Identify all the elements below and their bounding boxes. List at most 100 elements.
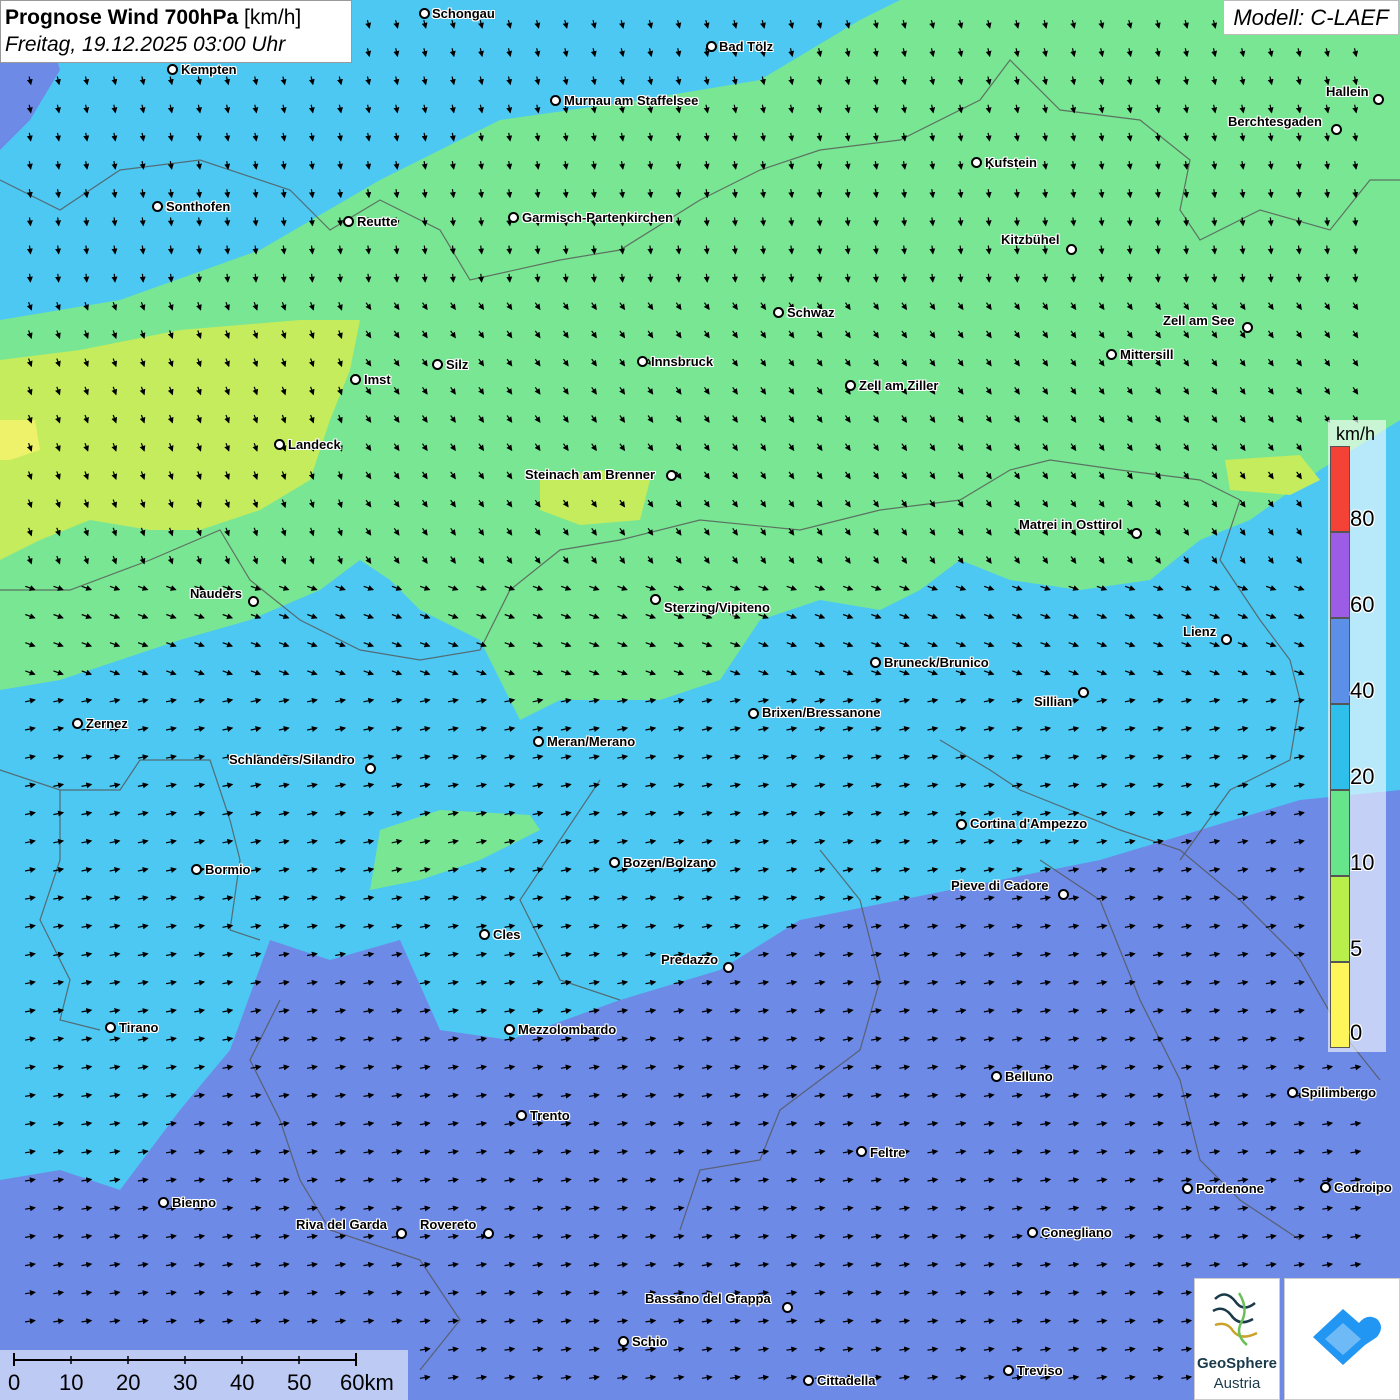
scale-label: 30 xyxy=(173,1370,198,1395)
wind-arrow xyxy=(337,273,344,283)
wind-arrow xyxy=(1352,273,1359,283)
city-marker xyxy=(1027,1227,1038,1238)
wind-arrow xyxy=(167,273,174,283)
city-label: Tirano xyxy=(119,1020,159,1035)
city-label: Pieve di Cadore xyxy=(951,878,1049,893)
city-label: Feltre xyxy=(870,1145,906,1160)
city-marker xyxy=(773,307,784,318)
city-label: Schio xyxy=(632,1334,668,1349)
city-marker xyxy=(432,359,443,370)
city-label: Murnau am Staffelsee xyxy=(564,93,699,108)
legend-swatch xyxy=(1330,790,1350,876)
city-marker xyxy=(365,763,376,774)
wind-arrow xyxy=(957,273,964,283)
wind-arrow xyxy=(1239,273,1246,283)
city-marker xyxy=(666,470,677,481)
city-label: Brixen/Bressanone xyxy=(762,705,881,720)
wind-arrow xyxy=(111,273,118,283)
wind-arrow xyxy=(985,273,992,283)
wind-arrow xyxy=(1042,273,1049,283)
city-label: Zell am See xyxy=(1163,313,1235,328)
city-label: Bassano del Grappa xyxy=(645,1291,771,1306)
city-marker xyxy=(1131,528,1142,539)
city-label: Sterzing/Vipiteno xyxy=(664,600,770,615)
city-label: Kempten xyxy=(181,62,237,77)
city-label: Matrei in Osttirol xyxy=(1019,517,1123,532)
city-marker xyxy=(856,1146,867,1157)
city-marker xyxy=(1066,244,1077,255)
city-marker xyxy=(152,201,163,212)
legend-swatch xyxy=(1330,618,1350,704)
city-marker xyxy=(343,216,354,227)
model-label: Modell: C-LAEF xyxy=(1223,0,1399,35)
city-label: Sillian xyxy=(1034,694,1073,709)
city-marker xyxy=(1287,1087,1298,1098)
legend-label: 40 xyxy=(1350,678,1375,703)
city-marker xyxy=(1373,94,1384,105)
city-marker xyxy=(609,857,620,868)
scale-label: 0 xyxy=(8,1370,21,1395)
wind-arrow xyxy=(478,273,485,283)
city-label: Zell am Ziller xyxy=(859,378,939,393)
city-label: Nauders xyxy=(190,586,243,601)
weather-app-icon xyxy=(1313,1309,1381,1365)
title-bold: Prognose Wind 700hPa xyxy=(5,6,239,29)
title-box: Prognose Wind 700hPa [km/h] Freitag, 19.… xyxy=(0,0,352,63)
forecast-datetime: Freitag, 19.12.2025 03:00 Uhr xyxy=(5,33,286,56)
wind-arrow xyxy=(196,273,203,283)
legend-swatch xyxy=(1330,876,1350,962)
city-label: Bad Tölz xyxy=(719,39,774,54)
city-label: Mezzolombardo xyxy=(518,1022,617,1037)
wind-arrow xyxy=(393,273,400,283)
city-label: Bruneck/Brunico xyxy=(884,655,989,670)
austria-text: Austria xyxy=(1213,1375,1261,1392)
city-marker xyxy=(167,64,178,75)
city-marker xyxy=(1331,124,1342,135)
wind-arrow xyxy=(1126,273,1133,283)
wind-arrow xyxy=(703,273,710,283)
city-label: Predazzo xyxy=(661,952,719,967)
city-marker xyxy=(803,1375,814,1386)
city-marker xyxy=(782,1302,793,1313)
city-label: Riva del Garda xyxy=(296,1217,388,1232)
legend-label: 10 xyxy=(1350,850,1375,875)
city-marker xyxy=(1078,687,1089,698)
city-marker xyxy=(706,41,717,52)
wind-arrow xyxy=(760,273,767,283)
wind-arrow xyxy=(929,273,936,283)
city-label: Landeck xyxy=(288,437,341,452)
city-label: Kitzbühel xyxy=(1001,232,1060,247)
city-marker xyxy=(1320,1182,1331,1193)
city-marker xyxy=(516,1110,527,1121)
city-marker xyxy=(508,212,519,223)
wind-arrow xyxy=(55,273,62,283)
wind-arrow xyxy=(1324,273,1331,283)
city-marker xyxy=(479,929,490,940)
legend-swatch xyxy=(1330,532,1350,618)
legend-swatch xyxy=(1330,962,1350,1048)
wind-arrow xyxy=(1183,273,1190,283)
geosphere-mark-icon xyxy=(1212,1292,1258,1346)
geosphere-logo[interactable]: GeoSphere Austria xyxy=(1194,1278,1280,1400)
wind-arrow xyxy=(506,273,513,283)
wind-arrow xyxy=(816,273,823,283)
wind-arrow xyxy=(731,273,738,283)
legend-label: 60 xyxy=(1350,592,1375,617)
wind-arrow xyxy=(365,273,372,283)
city-label: Sonthofen xyxy=(166,199,231,214)
city-label: Trento xyxy=(530,1108,570,1123)
city-marker xyxy=(991,1071,1002,1082)
city-marker xyxy=(350,374,361,385)
wind-arrow xyxy=(1070,273,1077,283)
city-label: Bozen/Bolzano xyxy=(623,855,717,870)
legend-label: 80 xyxy=(1350,506,1375,531)
legend-unit: km/h xyxy=(1336,424,1376,444)
wind-arrow xyxy=(1154,273,1161,283)
color-legend: km/h 80 60 40 20 10 5 0 xyxy=(1328,420,1386,1052)
city-marker xyxy=(723,962,734,973)
weather-app-logo[interactable] xyxy=(1284,1278,1400,1400)
city-label: Schwaz xyxy=(787,305,835,320)
city-label: Berchtesgaden xyxy=(1228,114,1322,129)
wind-arrow xyxy=(590,273,597,283)
wind-arrow xyxy=(1267,273,1274,283)
